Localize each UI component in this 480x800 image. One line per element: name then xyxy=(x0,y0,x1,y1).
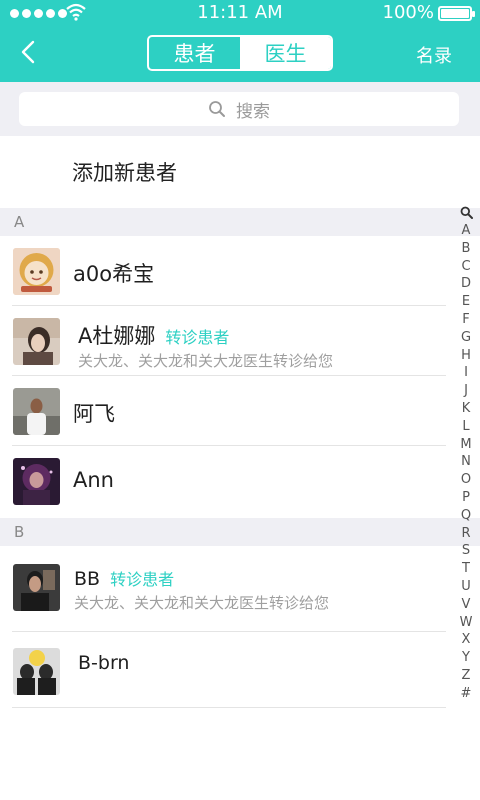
index-letter[interactable]: V xyxy=(462,596,471,614)
search-input[interactable]: 搜索 xyxy=(19,92,459,126)
index-letter[interactable]: W xyxy=(460,614,473,632)
index-letter[interactable]: A xyxy=(462,222,471,240)
referral-note: 关大龙、关大龙和关大龙医生转诊给您 xyxy=(74,594,330,612)
index-letter[interactable]: U xyxy=(461,578,471,596)
avatar xyxy=(13,458,60,505)
row-divider xyxy=(12,707,446,708)
index-letter[interactable]: N xyxy=(461,453,471,471)
navigation-header: 11:11 AM 100% 患者 医生 名录 xyxy=(0,0,480,82)
status-bar: 11:11 AM 100% xyxy=(0,0,480,26)
contact-name: B-brn xyxy=(78,652,130,674)
index-letter[interactable]: G xyxy=(461,329,471,347)
index-letter[interactable]: X xyxy=(462,631,471,649)
list-item[interactable]: A杜娜娜 转诊患者 关大龙、关大龙和关大龙医生转诊给您 xyxy=(0,306,446,376)
back-chevron-icon[interactable] xyxy=(16,38,44,66)
index-letter[interactable]: I xyxy=(464,364,468,382)
avatar xyxy=(13,388,60,435)
index-letter[interactable]: L xyxy=(462,418,469,436)
search-icon xyxy=(209,101,225,117)
list-item[interactable]: B-brn xyxy=(0,632,446,708)
segmented-control: 患者 医生 xyxy=(147,35,333,71)
referral-badge: 转诊患者 xyxy=(165,328,230,347)
index-letter[interactable]: Y xyxy=(462,649,470,667)
add-new-patient-button[interactable]: 添加新患者 xyxy=(0,136,480,208)
referral-badge: 转诊患者 xyxy=(110,570,175,589)
battery-icon xyxy=(438,6,475,21)
index-letter[interactable]: D xyxy=(461,275,471,293)
section-header-b: B xyxy=(0,518,480,546)
avatar xyxy=(13,248,60,295)
index-letter[interactable]: F xyxy=(462,311,469,329)
index-letter[interactable]: T xyxy=(462,560,470,578)
index-letter[interactable]: Q xyxy=(461,507,471,525)
index-letter[interactable]: P xyxy=(462,489,470,507)
index-letter[interactable]: J xyxy=(464,382,468,400)
index-letter[interactable]: M xyxy=(460,436,471,454)
index-letter[interactable]: C xyxy=(461,258,470,276)
contact-name: 阿飞 xyxy=(73,402,115,426)
index-letter[interactable]: E xyxy=(462,293,470,311)
tab-patients[interactable]: 患者 xyxy=(149,37,240,69)
index-letter[interactable]: # xyxy=(461,685,472,703)
contact-name: Ann xyxy=(73,468,114,492)
list-item[interactable]: a0o希宝 xyxy=(0,236,446,306)
tab-doctors[interactable]: 医生 xyxy=(240,37,331,69)
search-placeholder: 搜索 xyxy=(236,101,270,122)
contact-name-line: BB 转诊患者 xyxy=(74,566,174,590)
list-item[interactable]: 阿飞 xyxy=(0,376,446,446)
search-area: 搜索 xyxy=(0,82,480,136)
alphabet-index[interactable]: A B C D E F G H I J K L M N O P Q R S T U V W X Y Z # xyxy=(458,204,474,703)
referral-note: 关大龙、关大龙和关大龙医生转诊给您 xyxy=(78,352,334,370)
list-item[interactable]: Ann xyxy=(0,446,446,516)
index-letter[interactable]: K xyxy=(462,400,471,418)
avatar xyxy=(13,648,60,695)
list-item[interactable]: BB 转诊患者 关大龙、关大龙和关大龙医生转诊给您 xyxy=(0,546,446,632)
contact-name: BB xyxy=(74,568,101,590)
index-search-icon[interactable] xyxy=(460,206,473,219)
index-letter[interactable]: H xyxy=(461,347,471,365)
index-letter[interactable]: O xyxy=(461,471,471,489)
contact-name: a0o希宝 xyxy=(73,262,155,286)
avatar xyxy=(13,564,60,611)
avatar xyxy=(13,318,60,365)
contact-name: A杜娜娜 xyxy=(78,324,156,348)
battery-percentage: 100% xyxy=(382,2,434,23)
contact-name-line: A杜娜娜 转诊患者 xyxy=(78,320,229,350)
index-letter[interactable]: B xyxy=(462,240,471,258)
roster-button[interactable]: 名录 xyxy=(416,42,452,68)
index-letter[interactable]: R xyxy=(461,525,470,543)
index-letter[interactable]: S xyxy=(462,542,470,560)
index-letter[interactable]: Z xyxy=(462,667,471,685)
section-header-a: A xyxy=(0,208,480,236)
